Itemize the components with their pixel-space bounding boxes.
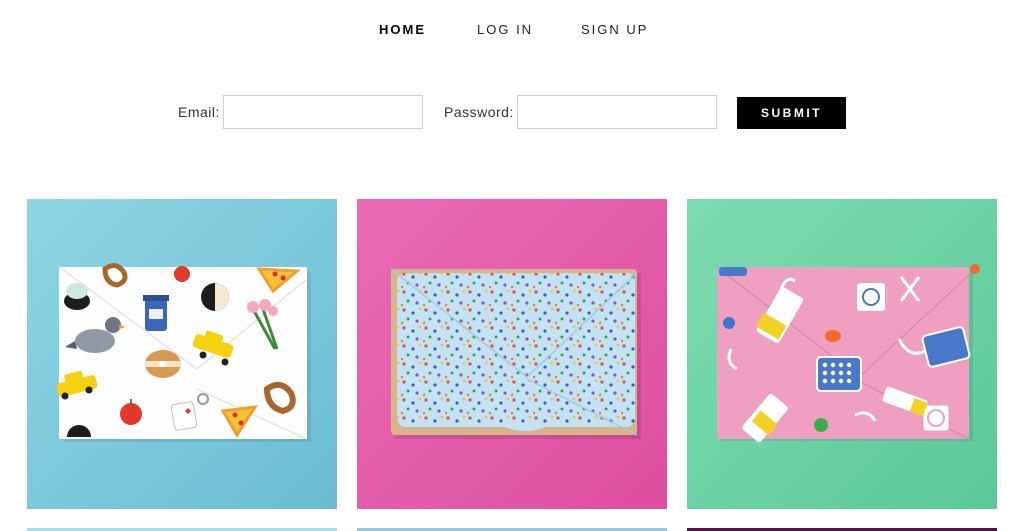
- gallery-image-nyc-envelope[interactable]: [27, 199, 337, 509]
- submit-button[interactable]: SUBMIT: [737, 97, 846, 129]
- email-label: Email:: [178, 104, 220, 120]
- gallery-image-sprinkles-envelope[interactable]: [357, 199, 667, 509]
- gallery-image-birth-control-envelope[interactable]: [687, 199, 997, 509]
- email-field[interactable]: [223, 95, 423, 129]
- sprinkles-envelope-illustration: [357, 199, 667, 509]
- nyc-envelope-illustration: [27, 199, 337, 509]
- main-nav: HOME LOG IN SIGN UP: [0, 22, 1032, 42]
- birth-control-envelope-illustration: [687, 199, 997, 509]
- nav-login-link[interactable]: LOG IN: [477, 22, 533, 37]
- login-form: Email: Password: SUBMIT: [0, 95, 1032, 129]
- nav-home-link[interactable]: HOME: [379, 22, 426, 37]
- password-label: Password:: [444, 104, 514, 120]
- password-field[interactable]: [517, 95, 717, 129]
- nav-signup-link[interactable]: SIGN UP: [581, 22, 648, 37]
